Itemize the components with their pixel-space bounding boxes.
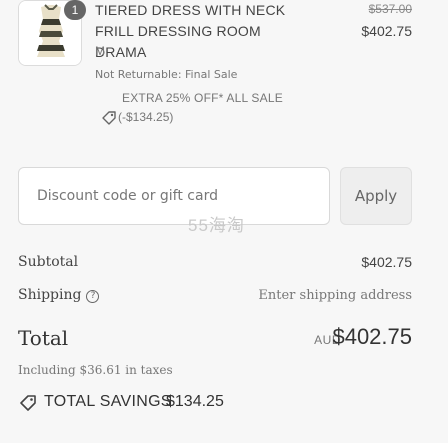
line-discount-amount: (-$134.25) <box>118 110 174 124</box>
info-icon[interactable]: ? <box>86 290 100 303</box>
apply-button[interactable]: Apply <box>340 167 412 225</box>
quantity-badge: 1 <box>64 0 86 20</box>
subtotal-label: Subtotal <box>18 254 79 270</box>
subtotal-value: $402.75 <box>361 254 412 270</box>
taxes-note: Including $36.61 in taxes <box>18 363 173 377</box>
tag-icon <box>102 111 116 125</box>
final-sale-note: Not Returnable: Final Sale <box>95 68 238 81</box>
shipping-value: Enter shipping address <box>258 288 412 303</box>
total-value: $402.75 <box>332 324 412 349</box>
total-savings-label: TOTAL SAVINGS <box>44 393 172 410</box>
compare-at-price: $537.00 <box>368 2 412 16</box>
line-price: $402.75 <box>361 23 412 39</box>
line-discount-name: EXTRA 25% OFF* ALL SALE <box>122 91 283 105</box>
savings-tag-icon <box>20 395 36 411</box>
total-savings-value: $134.25 <box>166 393 224 410</box>
shipping-row: Shipping? <box>18 287 100 303</box>
total-label: Total <box>18 326 69 350</box>
product-variant: M <box>95 44 105 58</box>
shipping-label: Shipping <box>18 287 82 303</box>
product-name: TIERED DRESS WITH NECK FRILL DRESSING RO… <box>95 2 286 60</box>
discount-code-input[interactable] <box>18 167 330 225</box>
watermark: 55海淘 <box>188 216 245 235</box>
